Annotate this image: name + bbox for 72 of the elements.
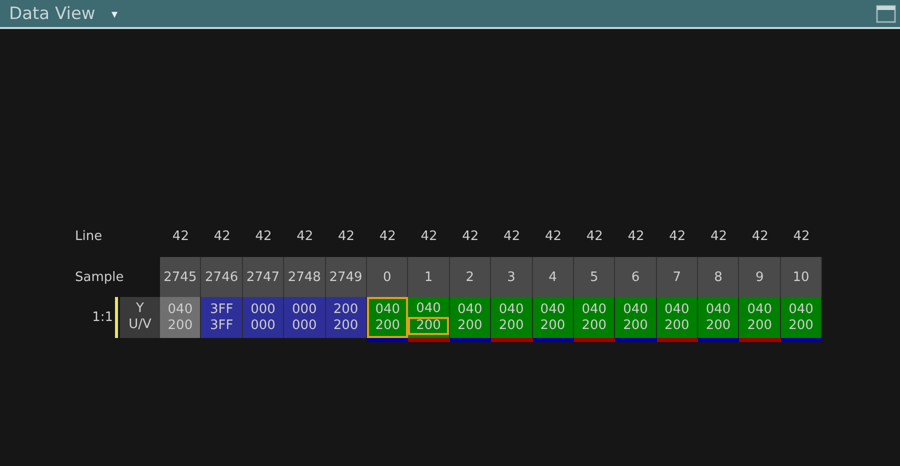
sample-header-cell: 2745 bbox=[160, 257, 202, 297]
sample-header-cell: 4 bbox=[532, 257, 574, 297]
channel-header-cell: Y U/V bbox=[120, 297, 160, 338]
y-value: 3FF bbox=[208, 302, 234, 318]
sample-header-cell: 2749 bbox=[326, 257, 367, 297]
sample-header-cell: 8 bbox=[698, 257, 740, 297]
uv-value: 200 bbox=[374, 318, 402, 334]
uv-value: 200 bbox=[498, 318, 525, 334]
y-value: 040 bbox=[415, 300, 442, 316]
uv-value: 200 bbox=[704, 318, 732, 334]
y-value: 040 bbox=[539, 302, 566, 318]
y-value: 040 bbox=[374, 302, 402, 318]
sample-header-cell: 1 bbox=[408, 257, 450, 297]
line-number: 42 bbox=[254, 228, 273, 246]
uv-value: 200 bbox=[166, 318, 194, 334]
line-number: 42 bbox=[668, 228, 687, 246]
row-label: Sample bbox=[75, 268, 125, 286]
uv-value: 200 bbox=[408, 316, 449, 334]
y-value: 040 bbox=[166, 302, 194, 318]
line-number: 42 bbox=[502, 228, 522, 246]
sample-header-cell: 2 bbox=[450, 257, 492, 297]
line-number: 42 bbox=[296, 228, 314, 246]
line-number: 42 bbox=[626, 228, 646, 246]
line-number: 42 bbox=[585, 228, 604, 246]
line-number: 42 bbox=[420, 228, 438, 246]
uv-value: 200 bbox=[746, 318, 774, 334]
uv-value: 200 bbox=[456, 318, 484, 334]
y-value: 040 bbox=[498, 302, 525, 318]
uv-value: 200 bbox=[788, 318, 814, 334]
line-number: 42 bbox=[378, 228, 397, 246]
line-number: 42 bbox=[750, 228, 770, 246]
sample-header-cell: 9 bbox=[739, 257, 781, 297]
uv-value: 200 bbox=[332, 318, 360, 334]
sample-header-cell: 7 bbox=[656, 257, 698, 297]
uv-value: 200 bbox=[663, 318, 690, 334]
row-label: Line bbox=[75, 228, 104, 246]
sample-header-cell: 3 bbox=[491, 257, 533, 297]
y-value: 040 bbox=[704, 302, 732, 318]
uv-value: 200 bbox=[539, 318, 566, 334]
ratio-label: 1:1 bbox=[91, 309, 114, 327]
line-number: 42 bbox=[792, 228, 811, 246]
sample-header-cell: 0 bbox=[366, 257, 408, 297]
y-value: 040 bbox=[663, 302, 690, 318]
sample-header-cell: 10 bbox=[780, 257, 822, 297]
line-number: 42 bbox=[212, 228, 232, 246]
row-marker bbox=[115, 297, 118, 338]
y-value: 040 bbox=[622, 302, 649, 318]
sample-header-cell: 6 bbox=[615, 257, 657, 297]
line-number: 42 bbox=[544, 228, 562, 246]
view-menu-button[interactable]: ▾ bbox=[109, 6, 120, 20]
y-value: 040 bbox=[788, 302, 814, 318]
line-number: 42 bbox=[461, 228, 480, 246]
sample-header-cell: 5 bbox=[574, 257, 616, 297]
window-title: Data View bbox=[9, 4, 96, 24]
uv-value: 200 bbox=[622, 318, 649, 334]
uv-value: 3FF bbox=[208, 318, 234, 334]
sample-header-cell: 2747 bbox=[242, 257, 284, 297]
y-value: 040 bbox=[456, 302, 484, 318]
uv-value: 000 bbox=[250, 318, 276, 334]
y-value: 040 bbox=[580, 302, 608, 318]
sample-header-cell: 2746 bbox=[201, 257, 243, 297]
uv-value: 000 bbox=[290, 318, 318, 334]
uv-value: 200 bbox=[580, 318, 608, 334]
maximize-icon[interactable] bbox=[876, 4, 896, 22]
y-value: 040 bbox=[746, 302, 774, 318]
line-number: 42 bbox=[336, 228, 356, 246]
sample-header-cell: 2748 bbox=[284, 257, 326, 297]
line-number: 42 bbox=[171, 228, 190, 246]
y-value: 200 bbox=[332, 302, 360, 318]
y-value: 000 bbox=[290, 302, 318, 318]
y-value: 000 bbox=[250, 302, 276, 318]
line-number: 42 bbox=[710, 228, 728, 246]
